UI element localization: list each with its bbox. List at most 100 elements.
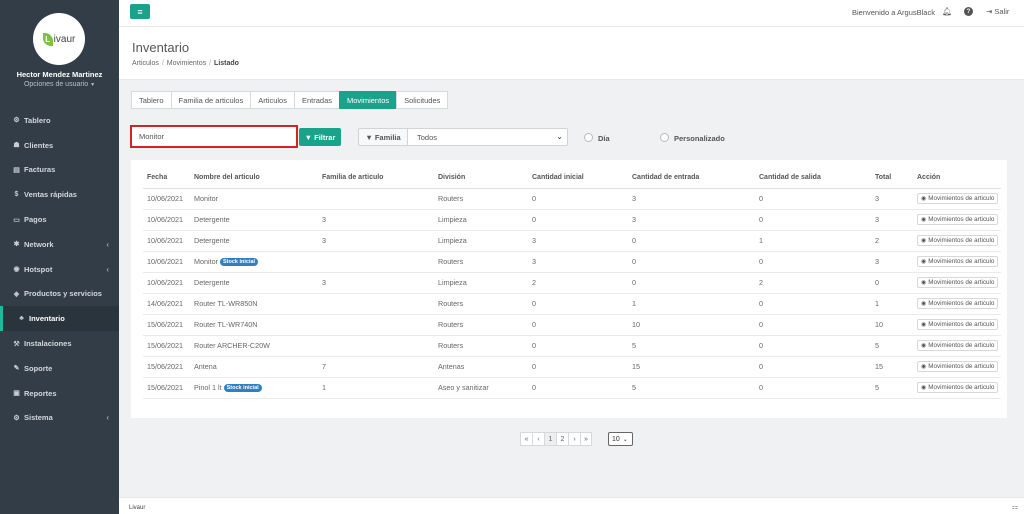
cell-entrada: 10: [628, 314, 755, 336]
breadcrumb-articulos[interactable]: Articulos: [132, 60, 159, 67]
sidebar-item-inventario[interactable]: ♣ Inventario: [0, 306, 119, 332]
cell-entrada: 3: [628, 209, 755, 231]
family-select[interactable]: Todos ⌄: [407, 128, 568, 146]
movements-button[interactable]: ◉ Movimientos de articulo: [917, 298, 999, 309]
search-field-wrapper: [130, 125, 298, 148]
cell-salida: 0: [755, 314, 871, 336]
tab-solicitudes[interactable]: Solicitudes: [396, 91, 449, 109]
movements-button-label: Movimientos de articulo: [928, 363, 995, 370]
table-row: 10/06/2021 Monitor Stock inicial Routers 3 0 0…: [143, 251, 1001, 273]
funnel-icon: ▼: [304, 132, 313, 142]
movements-button[interactable]: ◉ Movimientos de articulo: [917, 361, 999, 372]
sidebar-item-clientes[interactable]: ☗ Clientes: [0, 133, 119, 158]
network-icon: ✱: [13, 241, 20, 249]
pagination-first[interactable]: «: [520, 432, 532, 446]
sidebar-item-facturas[interactable]: ▤ Facturas: [0, 158, 119, 183]
col-total: Total: [871, 168, 913, 189]
radio-custom[interactable]: [660, 133, 669, 142]
col-cantidad-salida: Cantidad de salida: [755, 168, 871, 189]
pagination-prev[interactable]: ‹: [532, 432, 544, 446]
table-row: 10/06/2021 Monitor Routers 0 3 0 3 ◉ Movimientos…: [143, 188, 1001, 210]
menu-toggle-button[interactable]: ≡: [130, 4, 150, 19]
pagination-next[interactable]: ›: [568, 432, 580, 446]
movements-button[interactable]: ◉ Movimientos de articulo: [917, 319, 999, 330]
movements-button[interactable]: ◉ Movimientos de articulo: [917, 382, 999, 393]
cell-entrada: 0: [628, 251, 755, 273]
eye-icon: ◉: [921, 259, 927, 265]
cell-accion: ◉ Movimientos de articulo: [913, 335, 1001, 357]
filter-button[interactable]: ▼ Filtrar: [299, 128, 341, 146]
chevron-left-icon: ‹: [106, 239, 109, 249]
caret-down-icon: ▼: [90, 82, 96, 88]
pagos-icon: ▭: [13, 216, 20, 224]
tab-entradas[interactable]: Entradas: [293, 91, 340, 109]
search-input[interactable]: [132, 127, 296, 146]
item-name: Detergente: [194, 215, 230, 224]
cell-division: Routers: [434, 251, 528, 273]
sistema-icon: ⚙: [13, 414, 20, 422]
sidebar-item-label: Ventas rápidas: [24, 190, 77, 200]
cell-familia: 3: [318, 230, 434, 252]
hotspot-icon: ◉: [13, 266, 20, 274]
cell-entrada: 5: [628, 377, 755, 399]
tablero-icon: ⚙: [13, 117, 20, 125]
radio-day[interactable]: [584, 133, 593, 142]
pagination-last[interactable]: »: [580, 432, 592, 446]
sidebar-item-productos-y-servicios[interactable]: ◈ Productos y servicios: [0, 282, 119, 307]
movements-button[interactable]: ◉ Movimientos de articulo: [917, 340, 999, 351]
col-fecha: Fecha: [143, 168, 190, 189]
sidebar-item-network[interactable]: ✱ Network ‹: [0, 232, 119, 257]
col-nombre: Nombre del articulo: [190, 168, 318, 189]
cell-familia: 1: [318, 377, 434, 399]
pagination-page-1[interactable]: 1: [544, 432, 556, 446]
tab-tablero[interactable]: Tablero: [131, 91, 171, 109]
cell-entrada: 1: [628, 293, 755, 315]
sidebar-item-tablero[interactable]: ⚙ Tablero: [0, 108, 119, 133]
cell-salida: 2: [755, 272, 871, 294]
footer: Livaur ⚏: [119, 497, 1024, 514]
sidebar-item-sistema[interactable]: ⚙ Sistema ‹: [0, 406, 119, 431]
cell-familia: 3: [318, 209, 434, 231]
user-options-menu[interactable]: Opciones de usuario ▼: [0, 81, 119, 88]
movements-button[interactable]: ◉ Movimientos de articulo: [917, 277, 999, 288]
page-title: Inventario: [132, 40, 190, 55]
movements-button[interactable]: ◉ Movimientos de articulo: [917, 256, 999, 267]
sidebar-item-reportes[interactable]: ▣ Reportes: [0, 381, 119, 406]
help-icon[interactable]: ?: [964, 7, 973, 16]
chevron-down-icon: ⌄: [556, 132, 563, 141]
sidebar-item-ventas-rapidas[interactable]: $ Ventas rápidas: [0, 182, 119, 207]
sidebar-item-pagos[interactable]: ▭ Pagos: [0, 207, 119, 232]
cell-accion: ◉ Movimientos de articulo: [913, 188, 1001, 210]
sidebar-item-label: Soporte: [24, 363, 53, 373]
movements-button[interactable]: ◉ Movimientos de articulo: [917, 193, 999, 204]
page-size-select[interactable]: 10 ⌄: [608, 432, 633, 446]
cell-total: 3: [871, 251, 913, 273]
sidebar-item-instalaciones[interactable]: ⚒ Instalaciones: [0, 331, 119, 356]
sidebar-item-label: Facturas: [24, 165, 56, 175]
tab-familia-de-articulos[interactable]: Familia de articulos: [170, 91, 251, 109]
sidebar-item-label: Sistema: [24, 413, 53, 423]
movements-button-label: Movimientos de articulo: [928, 195, 995, 202]
stock-badge: Stock inicial: [223, 384, 262, 392]
sidebar-item-hotspot[interactable]: ◉ Hotspot ‹: [0, 257, 119, 282]
col-familia: Familia de articulo: [318, 168, 434, 189]
cell-total: 3: [871, 188, 913, 210]
cell-accion: ◉ Movimientos de articulo: [913, 314, 1001, 336]
cell-nombre: Detergente: [190, 209, 318, 231]
cell-inicial: 0: [528, 377, 628, 399]
tab-articulos[interactable]: Articulos: [250, 91, 294, 109]
breadcrumb-movimientos[interactable]: Movimientos: [167, 60, 206, 67]
instalaciones-icon: ⚒: [13, 340, 20, 348]
movements-button-label: Movimientos de articulo: [928, 300, 995, 307]
logout-link[interactable]: ⇥ Salir: [986, 7, 1009, 16]
bell-icon[interactable]: 🔔︎: [942, 7, 952, 16]
pagination-page-2[interactable]: 2: [556, 432, 568, 446]
brand-logo[interactable]: L ivaur: [33, 13, 85, 65]
movements-button[interactable]: ◉ Movimientos de articulo: [917, 235, 999, 246]
cell-total: 2: [871, 230, 913, 252]
cell-accion: ◉ Movimientos de articulo: [913, 209, 1001, 231]
tab-movimientos[interactable]: Movimientos: [339, 91, 397, 109]
sidebar-item-soporte[interactable]: ✎ Soporte: [0, 356, 119, 381]
movements-button-label: Movimientos de articulo: [928, 258, 995, 265]
movements-button[interactable]: ◉ Movimientos de articulo: [917, 214, 999, 225]
